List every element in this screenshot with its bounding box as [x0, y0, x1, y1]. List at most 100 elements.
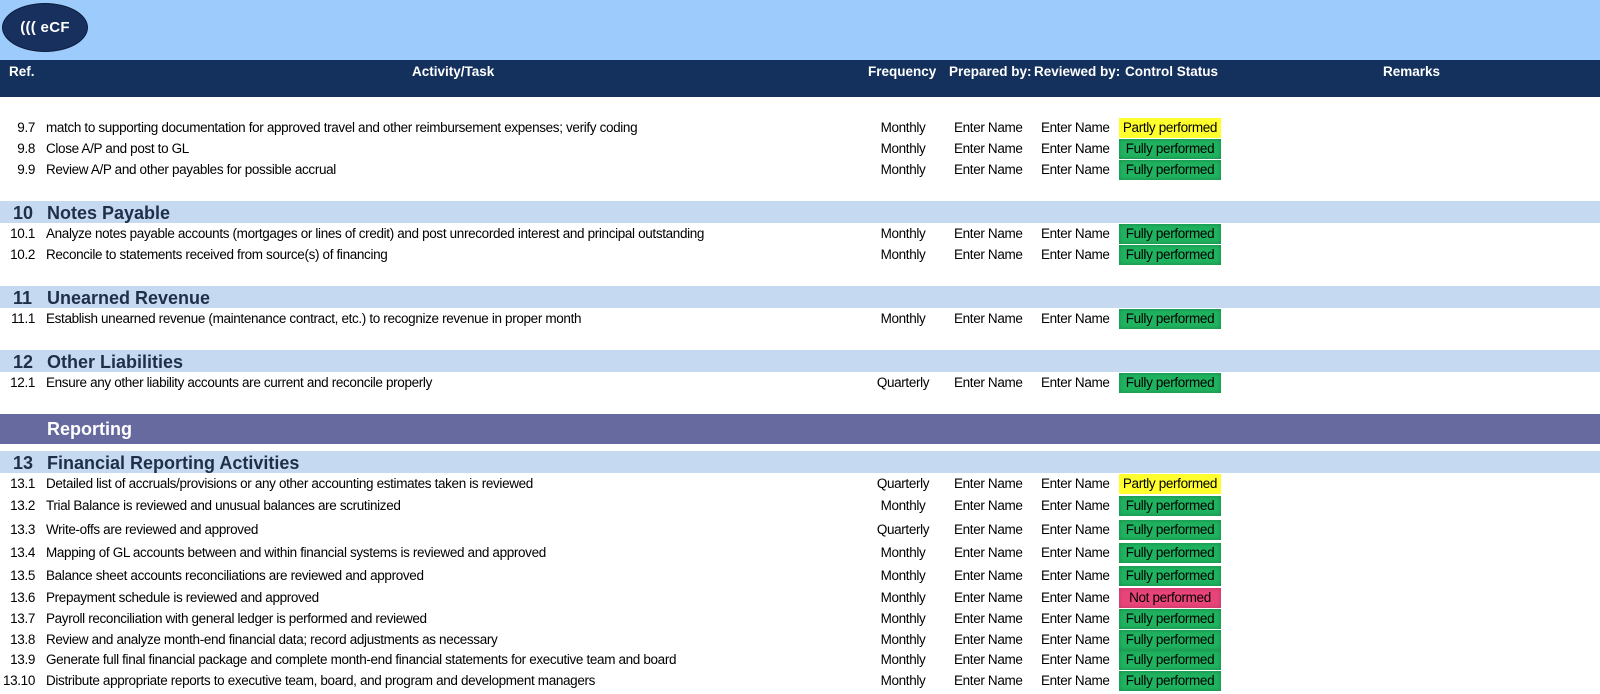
table-row: 9.9 Review A/P and other payables for pos… [0, 160, 1600, 181]
ref-cell: 13.4 [10, 545, 35, 560]
ref-cell: 11.1 [11, 311, 35, 326]
reviewed-by-input[interactable]: Enter Name [1041, 673, 1110, 688]
ref-cell: 13.1 [10, 476, 35, 491]
header-prepared-by: Prepared by: [949, 64, 1032, 79]
task-cell: Mapping of GL accounts between and withi… [46, 545, 546, 560]
reviewed-by-input[interactable]: Enter Name [1041, 652, 1110, 667]
frequency-cell: Monthly [880, 632, 926, 647]
section-number: 11 [13, 288, 33, 308]
reviewed-by-input[interactable]: Enter Name [1041, 120, 1110, 135]
prepared-by-input[interactable]: Enter Name [954, 568, 1023, 583]
section-other-liabilities: 12 Other Liabilities [0, 349, 1600, 372]
prepared-by-input[interactable]: Enter Name [954, 162, 1023, 177]
table-row: 13.4 Mapping of GL accounts between and w… [0, 543, 1600, 564]
control-status-cell[interactable]: Fully performed [1119, 139, 1221, 159]
reviewed-by-input[interactable]: Enter Name [1041, 311, 1110, 326]
control-status-cell[interactable]: Fully performed [1119, 245, 1221, 265]
control-status-cell[interactable]: Not performed [1119, 588, 1221, 608]
prepared-by-input[interactable]: Enter Name [954, 141, 1023, 156]
ref-cell: 13.8 [10, 632, 35, 647]
control-status-cell[interactable]: Fully performed [1119, 566, 1221, 586]
prepared-by-input[interactable]: Enter Name [954, 673, 1023, 688]
frequency-cell: Quarterly [876, 522, 930, 537]
prepared-by-input[interactable]: Enter Name [954, 476, 1023, 491]
task-cell: Reconcile to statements received from so… [46, 247, 388, 262]
table-row: 13.3 Write-offs are reviewed and approved… [0, 520, 1600, 541]
control-status-cell[interactable]: Fully performed [1119, 520, 1221, 540]
reviewed-by-input[interactable]: Enter Name [1041, 522, 1110, 537]
control-status-cell[interactable]: Fully performed [1119, 224, 1221, 244]
reviewed-by-input[interactable]: Enter Name [1041, 226, 1110, 241]
table-row: 9.8 Close A/P and post to GL Monthly Enter … [0, 139, 1600, 160]
task-cell: Trial Balance is reviewed and unusual ba… [46, 498, 401, 513]
reviewed-by-input[interactable]: Enter Name [1041, 162, 1110, 177]
frequency-cell: Monthly [880, 590, 926, 605]
reviewed-by-input[interactable]: Enter Name [1041, 545, 1110, 560]
prepared-by-input[interactable]: Enter Name [954, 226, 1023, 241]
frequency-cell: Monthly [880, 311, 926, 326]
control-status-cell[interactable]: Fully performed [1119, 496, 1221, 516]
control-status-cell[interactable]: Fully performed [1119, 650, 1221, 670]
reviewed-by-input[interactable]: Enter Name [1041, 476, 1110, 491]
table-row: 9.7 match to supporting documentation for… [0, 118, 1600, 139]
prepared-by-input[interactable]: Enter Name [954, 120, 1023, 135]
ref-cell: 13.6 [10, 590, 35, 605]
table-row: 13.2 Trial Balance is reviewed and unusua… [0, 496, 1600, 517]
prepared-by-input[interactable]: Enter Name [954, 498, 1023, 513]
prepared-by-input[interactable]: Enter Name [954, 632, 1023, 647]
ref-cell: 10.1 [10, 226, 35, 241]
prepared-by-input[interactable]: Enter Name [954, 590, 1023, 605]
prepared-by-input[interactable]: Enter Name [954, 375, 1023, 390]
section-title: Financial Reporting Activities [47, 453, 300, 473]
prepared-by-input[interactable]: Enter Name [954, 522, 1023, 537]
prepared-by-input[interactable]: Enter Name [954, 311, 1023, 326]
task-cell: Generate full final financial package an… [46, 652, 677, 667]
prepared-by-input[interactable]: Enter Name [954, 545, 1023, 560]
reviewed-by-input[interactable]: Enter Name [1041, 375, 1110, 390]
section-number: 13 [13, 453, 34, 473]
header-ref: Ref. [9, 64, 35, 79]
control-status-cell[interactable]: Fully performed [1119, 543, 1221, 563]
prepared-by-input[interactable]: Enter Name [954, 611, 1023, 626]
control-status-cell[interactable]: Partly performed [1119, 474, 1221, 494]
task-cell: Close A/P and post to GL [46, 141, 189, 156]
prepared-by-input[interactable]: Enter Name [954, 247, 1023, 262]
task-cell: Payroll reconciliation with general ledg… [46, 611, 427, 626]
reviewed-by-input[interactable]: Enter Name [1041, 590, 1110, 605]
task-cell: Write-offs are reviewed and approved [46, 522, 259, 537]
frequency-cell: Quarterly [876, 476, 930, 491]
control-status-cell[interactable]: Fully performed [1119, 373, 1221, 393]
control-status-cell[interactable]: Fully performed [1119, 160, 1221, 180]
prepared-by-input[interactable]: Enter Name [954, 652, 1023, 667]
control-status-cell[interactable]: Fully performed [1119, 671, 1221, 691]
ref-cell: 12.1 [10, 375, 35, 390]
reviewed-by-input[interactable]: Enter Name [1041, 568, 1110, 583]
control-status-cell[interactable]: Fully performed [1119, 609, 1221, 629]
column-header-row: Ref. Activity/Task Frequency Prepared by… [0, 60, 1600, 97]
header-activity-task: Activity/Task [412, 64, 495, 79]
section-unearned-revenue: 11 Unearned Revenue [0, 285, 1600, 308]
table-row: 13.8 Review and analyze month-end financi… [0, 630, 1600, 651]
ref-cell: 10.2 [10, 247, 35, 262]
reviewed-by-input[interactable]: Enter Name [1041, 498, 1110, 513]
reviewed-by-input[interactable]: Enter Name [1041, 141, 1110, 156]
ref-cell: 13.5 [10, 568, 35, 583]
task-cell: Establish unearned revenue (maintenance … [46, 311, 582, 326]
table-row: 10.2 Reconcile to statements received fro… [0, 245, 1600, 266]
control-status-cell[interactable]: Fully performed [1119, 630, 1221, 650]
ref-cell: 13.10 [2, 673, 35, 688]
ref-cell: 9.9 [17, 162, 35, 177]
section-financial-reporting: 13 Financial Reporting Activities [0, 450, 1600, 473]
header-remarks: Remarks [1383, 64, 1441, 79]
reviewed-by-input[interactable]: Enter Name [1041, 247, 1110, 262]
reviewed-by-input[interactable]: Enter Name [1041, 611, 1110, 626]
reviewed-by-input[interactable]: Enter Name [1041, 632, 1110, 647]
table-row: 13.9 Generate full final financial packag… [0, 650, 1600, 671]
task-cell: Detailed list of accruals/provisions or … [46, 476, 533, 491]
ref-cell: 9.8 [17, 141, 35, 156]
control-status-cell[interactable]: Fully performed [1119, 309, 1221, 329]
table-row: 13.1 Detailed list of accruals/provisions… [0, 474, 1600, 495]
control-status-cell[interactable]: Partly performed [1119, 118, 1221, 138]
frequency-cell: Monthly [880, 226, 926, 241]
task-cell: Ensure any other liability accounts are … [46, 375, 432, 390]
